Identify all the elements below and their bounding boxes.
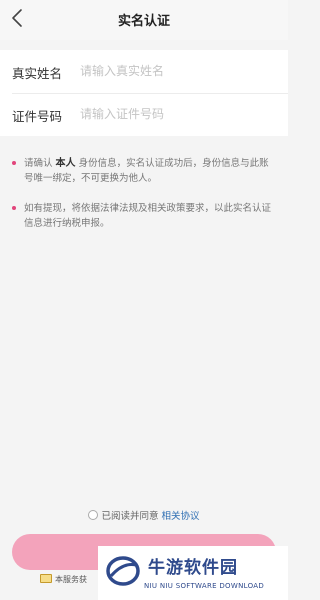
- watermark: 牛游软件园 NIU NIU SOFTWARE DOWNLOAD: [98, 546, 288, 600]
- agree-radio[interactable]: [88, 510, 99, 520]
- agreement-row[interactable]: 已阅读并同意 相关协议: [0, 508, 288, 522]
- card-icon: [40, 574, 52, 583]
- agreement-text: 已阅读并同意: [101, 511, 159, 522]
- notice-text: 请确认 本人 身份信息，实名认证成功后，身份信息与此账号唯一绑定，不可更换为他人…: [24, 158, 269, 184]
- bullet-icon: [12, 161, 16, 165]
- emphasis-text: 本人: [55, 158, 76, 169]
- name-row: 真实姓名: [0, 50, 288, 93]
- notice-item: 请确认 本人 身份信息，实名认证成功后，身份信息与此账号唯一绑定，不可更换为他人…: [12, 156, 278, 186]
- bullet-icon: [12, 206, 16, 210]
- id-row: 证件号码: [0, 93, 288, 136]
- service-text: 本服务获: [55, 575, 87, 584]
- name-label: 真实姓名: [12, 66, 63, 81]
- service-note: 本服务获: [40, 574, 87, 585]
- real-name-input[interactable]: [80, 60, 276, 82]
- watermark-title: 牛游软件园: [148, 558, 238, 578]
- id-number-label: 证件号码: [12, 109, 63, 124]
- notice-text: 如有提现，将依据法律法规及相关政策要求，以此实名认证信息进行纳税申报。: [24, 203, 272, 229]
- notice-item: 如有提现，将依据法律法规及相关政策要求，以此实名认证信息进行纳税申报。: [12, 201, 278, 231]
- nav-bar: 实名认证: [0, 0, 288, 40]
- id-number-input[interactable]: [80, 103, 276, 125]
- watermark-logo-icon: [106, 556, 140, 586]
- agreement-link[interactable]: 相关协议: [162, 511, 200, 522]
- watermark-subtitle: NIU NIU SOFTWARE DOWNLOAD: [144, 582, 265, 590]
- page-title: 实名认证: [117, 14, 170, 29]
- identity-form: 真实姓名 证件号码: [0, 50, 288, 136]
